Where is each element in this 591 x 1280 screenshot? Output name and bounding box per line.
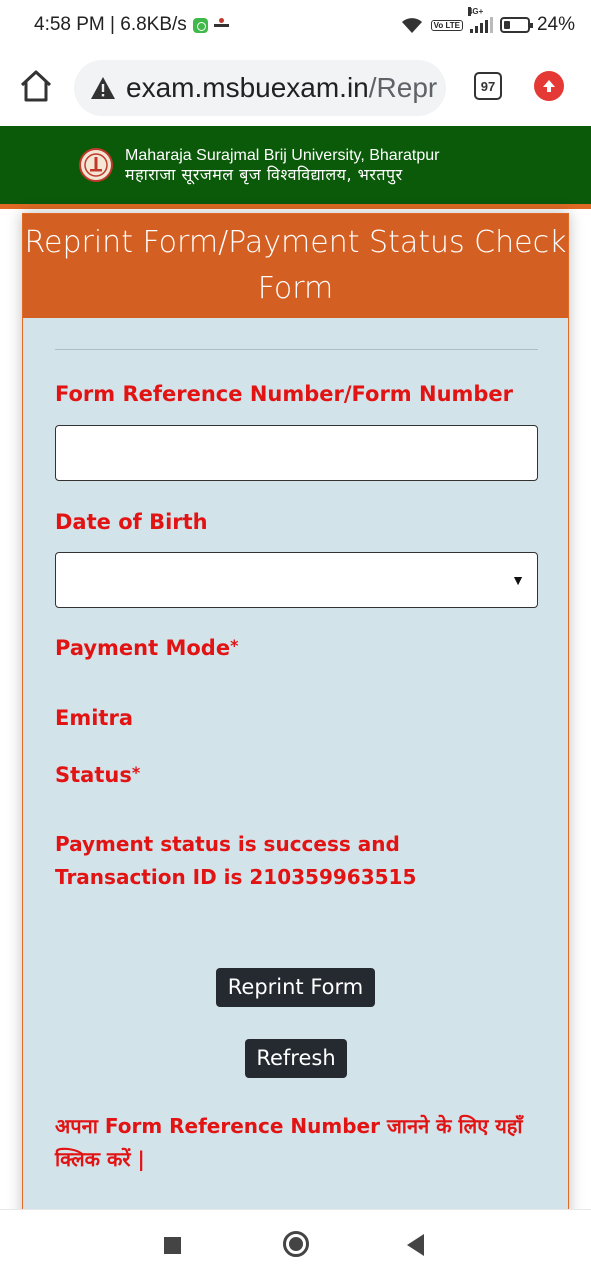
university-name-en: Maharaja Surajmal Brij University, Bhara… — [125, 147, 440, 164]
payment-mode-label: Payment Mode* — [55, 636, 238, 660]
refresh-button[interactable]: Refresh — [245, 1039, 347, 1078]
payment-mode-value: Emitra — [55, 706, 133, 730]
dropdown-caret-icon: ▼ — [511, 572, 525, 588]
required-mark: * — [230, 636, 239, 655]
system-nav-bar — [0, 1209, 591, 1280]
app-notification-icon — [192, 17, 208, 33]
url-text[interactable]: exam.msbuexam.in/Repr — [126, 72, 437, 104]
battery-icon — [499, 17, 533, 33]
network-type: 4G+ — [467, 7, 484, 16]
home-nav-icon[interactable] — [283, 1231, 309, 1257]
ref-number-label-text: Form Reference Number/Form Number — [55, 382, 514, 406]
status-label: Status* — [55, 763, 140, 787]
form-divider — [55, 349, 538, 350]
status-label-text: Status — [55, 763, 132, 787]
tab-switcher-button[interactable]: 97 — [474, 72, 502, 100]
url-host: exam.msbuexam.in — [126, 72, 369, 103]
ref-number-input[interactable] — [55, 425, 538, 481]
university-name-hi: महाराजा सूरजमल बृज विश्वविद्यालय, भरतपुर — [125, 165, 403, 184]
address-bar[interactable]: exam.msbuexam.in/Repr — [74, 60, 446, 116]
url-path: /Repr — [368, 72, 438, 103]
required-mark: * — [131, 763, 141, 782]
status-bar: 4:58 PM | 6.8KB/s Vo LTE 4G+ 24% — [0, 0, 591, 52]
dob-label: Date of Birth — [55, 510, 208, 534]
university-logo — [79, 148, 113, 182]
signal-icon: 4G+ — [467, 7, 493, 33]
form-title: Reprint Form/Payment Status Check Form — [23, 214, 568, 318]
ref-number-label: Form Reference Number/Form Number — [55, 382, 513, 406]
browser-toolbar: exam.msbuexam.in/Repr 97 — [0, 52, 591, 126]
status-time-speed: 4:58 PM | 6.8KB/s — [34, 14, 187, 35]
university-header: Maharaja Surajmal Brij University, Bhara… — [0, 126, 591, 204]
volte-icon: Vo LTE — [430, 19, 463, 31]
ref-number-help-link[interactable]: अपना Form Reference Number जानने के लिए … — [55, 1110, 535, 1176]
recents-icon[interactable] — [164, 1237, 181, 1254]
status-right: Vo LTE 4G+ 24% — [400, 7, 575, 36]
status-left: 4:58 PM | 6.8KB/s — [34, 14, 229, 36]
university-name: Maharaja Surajmal Brij University, Bhara… — [125, 146, 439, 184]
update-icon[interactable] — [534, 71, 564, 101]
back-icon[interactable] — [407, 1234, 424, 1256]
payment-mode-label-text: Payment Mode — [55, 636, 231, 660]
warning-icon[interactable] — [90, 76, 116, 100]
battery-percent: 24% — [536, 14, 575, 35]
dob-select[interactable]: ▼ — [55, 552, 538, 608]
dob-label-text: Date of Birth — [55, 510, 208, 534]
payment-status-message: Payment status is success and Transactio… — [55, 832, 417, 889]
notification-icon — [213, 18, 229, 32]
wifi-icon — [401, 18, 422, 33]
home-icon[interactable] — [18, 68, 54, 104]
reprint-form-button[interactable]: Reprint Form — [216, 968, 375, 1007]
reprint-form-card: Reprint Form/Payment Status Check Form F… — [22, 213, 569, 1223]
